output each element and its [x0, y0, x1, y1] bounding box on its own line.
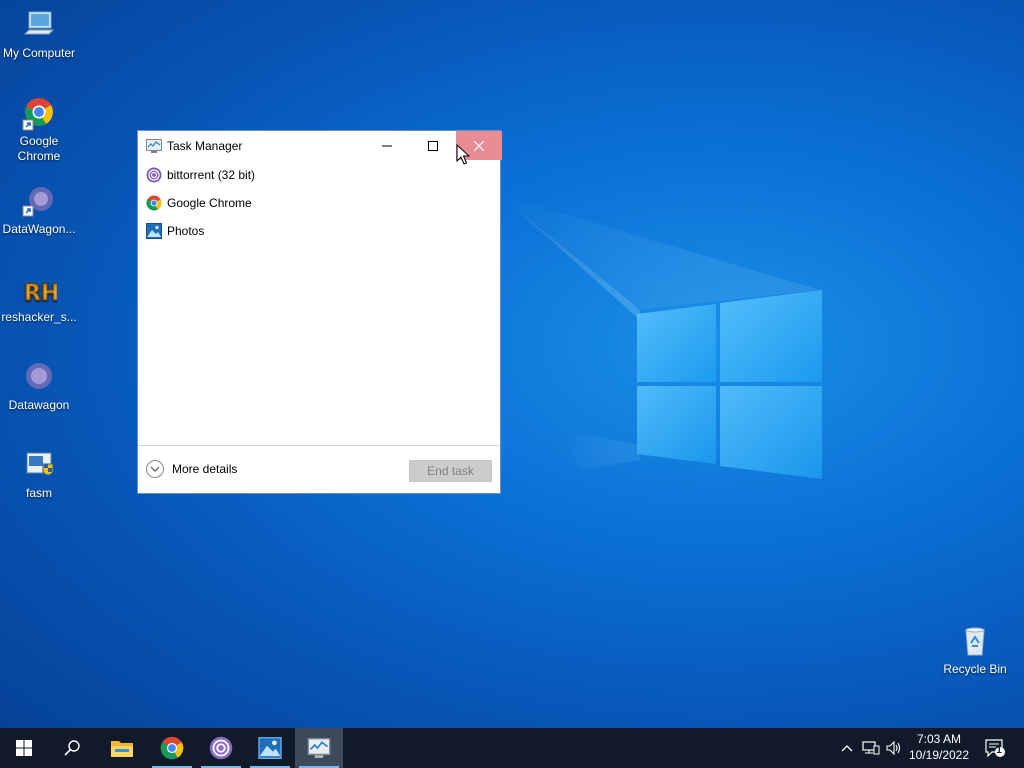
reshacker-icon: RH: [21, 272, 60, 308]
more-details-button[interactable]: More details: [146, 460, 237, 478]
task-manager-window[interactable]: Task Manager bittorrent (32 bit) Google …: [137, 130, 502, 494]
desktop-icon-label: fasm: [25, 486, 52, 500]
action-center-button[interactable]: 1: [980, 728, 1010, 768]
clock-date: 10/19/2022: [908, 748, 970, 762]
windows-logo: [637, 290, 822, 479]
task-manager-icon: [146, 139, 162, 153]
taskbar-google-chrome[interactable]: [148, 728, 196, 768]
mouse-cursor-icon: [456, 144, 470, 165]
clock-time: 7:03 AM: [916, 732, 962, 746]
notification-badge: 1: [996, 745, 1002, 756]
photos-icon: [258, 737, 282, 759]
process-row-photos[interactable]: Photos: [138, 218, 500, 244]
computer-icon: [21, 8, 57, 44]
fasm-icon: [21, 448, 57, 484]
window-title: Task Manager: [167, 139, 243, 153]
datawagon-icon: [21, 360, 57, 396]
more-details-label: More details: [172, 462, 238, 476]
process-row-google-chrome[interactable]: Google Chrome: [138, 190, 500, 216]
volume-icon: [886, 741, 901, 755]
search-button[interactable]: [48, 728, 96, 768]
windows-start-icon: [16, 740, 32, 756]
chevron-up-icon: [841, 745, 853, 752]
desktop-icon-recycle-bin[interactable]: Recycle Bin: [936, 624, 1014, 677]
taskbar-clock[interactable]: 7:03 AM 10/19/2022: [902, 731, 976, 763]
close-icon: [474, 140, 484, 151]
recycle-bin-icon: [957, 624, 993, 660]
network-button[interactable]: [859, 728, 883, 768]
process-name: Photos: [167, 224, 205, 238]
desktop-icon-label: DataWagon...: [2, 222, 76, 236]
search-icon: [64, 740, 80, 756]
window-footer: More details End task: [138, 445, 500, 494]
network-icon: [862, 741, 880, 755]
chrome-icon: [146, 195, 162, 211]
desktop-icon-my-computer[interactable]: My Computer: [0, 8, 78, 61]
desktop-icon-datawagon[interactable]: Datawagon: [0, 360, 78, 413]
desktop-icon-label: Google Chrome: [17, 134, 61, 163]
chrome-icon: [21, 96, 57, 132]
datawagon-icon: [21, 184, 57, 220]
folder-icon: [111, 741, 133, 757]
taskbar: 7:03 AM 10/19/2022 1: [0, 728, 1024, 768]
maximize-button[interactable]: [410, 131, 456, 160]
process-name: bittorrent (32 bit): [167, 168, 256, 182]
desktop-icon-label: My Computer: [2, 46, 76, 60]
taskbar-task-manager[interactable]: [295, 728, 343, 768]
desktop-icon-reshacker[interactable]: RH reshacker_s...: [0, 272, 78, 325]
taskbar-photos[interactable]: [246, 728, 294, 768]
chrome-icon: [160, 736, 184, 760]
desktop-icon-datawagon-shortcut[interactable]: DataWagon...: [0, 184, 78, 237]
chevron-down-icon: [146, 460, 164, 478]
desktop-icon-label: reshacker_s...: [1, 310, 77, 324]
bittorrent-icon: [209, 736, 233, 760]
photos-icon: [146, 223, 162, 239]
show-hidden-icons-button[interactable]: [836, 728, 858, 768]
bittorrent-icon: [146, 167, 162, 183]
process-name: Google Chrome: [167, 196, 252, 210]
end-task-button[interactable]: End task: [409, 460, 492, 482]
desktop-icon-label: Recycle Bin: [943, 662, 1007, 676]
desktop-icon-fasm[interactable]: fasm: [0, 448, 78, 501]
start-button[interactable]: [0, 728, 48, 768]
minimize-button[interactable]: [364, 131, 410, 160]
title-bar[interactable]: Task Manager: [138, 131, 502, 161]
process-row-bittorrent[interactable]: bittorrent (32 bit): [138, 162, 500, 188]
maximize-icon: [428, 140, 438, 151]
taskbar-file-explorer[interactable]: [98, 728, 146, 768]
task-manager-icon: [307, 738, 331, 758]
svg-text:RH: RH: [24, 281, 57, 306]
minimize-icon: [382, 145, 392, 146]
desktop-icon-label: Datawagon: [8, 398, 70, 412]
taskbar-bittorrent[interactable]: [197, 728, 245, 768]
desktop-icon-google-chrome[interactable]: Google Chrome: [0, 96, 78, 164]
